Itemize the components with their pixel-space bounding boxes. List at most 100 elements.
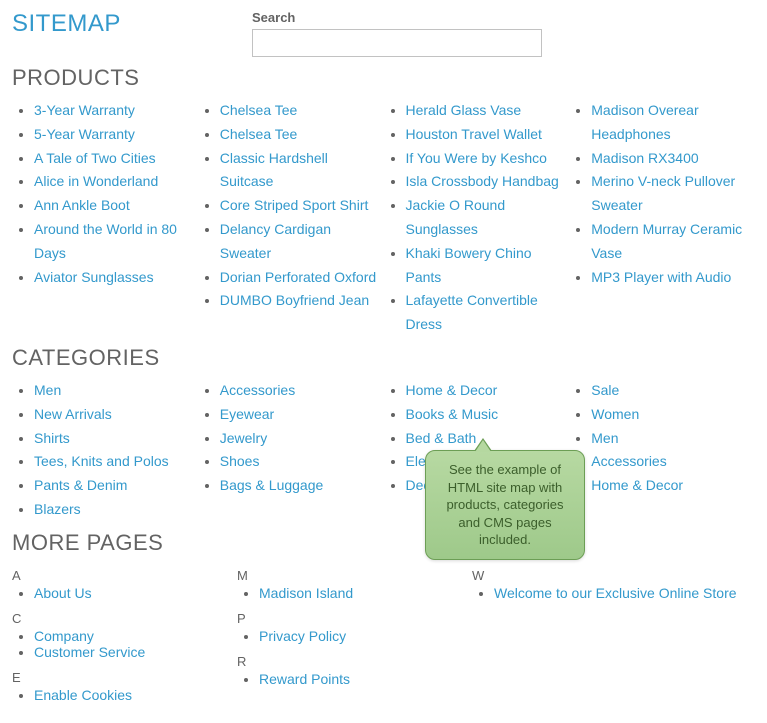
sitemap-link[interactable]: Company: [34, 628, 94, 644]
sitemap-link[interactable]: Madison Overear Headphones: [591, 102, 698, 142]
sitemap-link[interactable]: Herald Glass Vase: [406, 102, 522, 118]
sitemap-link[interactable]: Isla Crossbody Handbag: [406, 173, 559, 189]
sitemap-link[interactable]: A Tale of Two Cities: [34, 150, 156, 166]
sitemap-link[interactable]: Houston Travel Wallet: [406, 126, 542, 142]
list-item: 3-Year Warranty: [34, 99, 198, 123]
sitemap-link[interactable]: 3-Year Warranty: [34, 102, 135, 118]
list-item: Company: [34, 628, 237, 644]
sitemap-link[interactable]: Madison RX3400: [591, 150, 698, 166]
sitemap-link[interactable]: Shoes: [220, 453, 260, 469]
list-item: Chelsea Tee: [220, 123, 384, 147]
sitemap-link[interactable]: Sale: [591, 382, 619, 398]
list-item: Men: [34, 379, 198, 403]
list-item: Reward Points: [259, 671, 472, 687]
sitemap-link[interactable]: Modern Murray Ceramic Vase: [591, 221, 742, 261]
sitemap-link[interactable]: Around the World in 80 Days: [34, 221, 177, 261]
list-item: Customer Service: [34, 644, 237, 660]
sitemap-link[interactable]: New Arrivals: [34, 406, 112, 422]
sitemap-link[interactable]: About Us: [34, 585, 92, 601]
sitemap-link[interactable]: Welcome to our Exclusive Online Store: [494, 585, 737, 601]
more-pages-heading: MORE PAGES: [12, 530, 755, 556]
sitemap-link[interactable]: Men: [591, 430, 618, 446]
letter-heading: P: [237, 611, 472, 626]
sitemap-link[interactable]: Bed & Bath: [406, 430, 477, 446]
sitemap-link[interactable]: Reward Points: [259, 671, 350, 687]
sitemap-link[interactable]: Accessories: [220, 382, 295, 398]
list-item: Jewelry: [220, 427, 384, 451]
list-item: MP3 Player with Audio: [591, 266, 755, 290]
sitemap-link[interactable]: Dorian Perforated Oxford: [220, 269, 376, 285]
sitemap-link[interactable]: Jackie O Round Sunglasses: [406, 197, 506, 237]
list-item: Blazers: [34, 498, 198, 522]
list-item: Men: [591, 427, 755, 451]
sitemap-link[interactable]: Khaki Bowery Chino Pants: [406, 245, 532, 285]
list-item: Welcome to our Exclusive Online Store: [494, 585, 755, 601]
products-heading: PRODUCTS: [12, 65, 755, 91]
sitemap-link[interactable]: Jewelry: [220, 430, 267, 446]
sitemap-link[interactable]: 5-Year Warranty: [34, 126, 135, 142]
sitemap-link[interactable]: Pants & Denim: [34, 477, 127, 493]
list-item: Around the World in 80 Days: [34, 218, 198, 266]
sitemap-link[interactable]: Home & Decor: [591, 477, 683, 493]
sitemap-link[interactable]: MP3 Player with Audio: [591, 269, 731, 285]
list-item: Women: [591, 403, 755, 427]
list-item: Madison RX3400: [591, 147, 755, 171]
list-item: Core Striped Sport Shirt: [220, 194, 384, 218]
sitemap-link[interactable]: Women: [591, 406, 639, 422]
list-item: 5-Year Warranty: [34, 123, 198, 147]
sitemap-link[interactable]: If You Were by Keshco: [406, 150, 547, 166]
list-item: Privacy Policy: [259, 628, 472, 644]
page-title: SITEMAP: [12, 10, 252, 38]
sitemap-link[interactable]: Ann Ankle Boot: [34, 197, 130, 213]
letter-heading: M: [237, 568, 472, 583]
sitemap-link[interactable]: Blazers: [34, 501, 81, 517]
search-label: Search: [252, 10, 755, 25]
list-item: Accessories: [220, 379, 384, 403]
sitemap-link[interactable]: Chelsea Tee: [220, 102, 298, 118]
sitemap-link[interactable]: Shirts: [34, 430, 70, 446]
list-item: Bags & Luggage: [220, 474, 384, 498]
list-item: Lafayette Convertible Dress: [406, 289, 570, 337]
list-item: Isla Crossbody Handbag: [406, 170, 570, 194]
list-item: Classic Hardshell Suitcase: [220, 147, 384, 195]
sitemap-link[interactable]: Eyewear: [220, 406, 274, 422]
list-item: Home & Decor: [591, 474, 755, 498]
list-item: Delancy Cardigan Sweater: [220, 218, 384, 266]
sitemap-link[interactable]: Home & Decor: [406, 382, 498, 398]
sitemap-link[interactable]: Aviator Sunglasses: [34, 269, 154, 285]
list-item: Enable Cookies: [34, 687, 237, 703]
list-item: Pants & Denim: [34, 474, 198, 498]
search-input[interactable]: [252, 29, 542, 57]
sitemap-link[interactable]: Men: [34, 382, 61, 398]
sitemap-link[interactable]: Alice in Wonderland: [34, 173, 158, 189]
categories-heading: CATEGORIES: [12, 345, 755, 371]
list-item: Aviator Sunglasses: [34, 266, 198, 290]
list-item: Accessories: [591, 450, 755, 474]
sitemap-link[interactable]: DUMBO Boyfriend Jean: [220, 292, 369, 308]
letter-heading: A: [12, 568, 237, 583]
list-item: Ann Ankle Boot: [34, 194, 198, 218]
list-item: Dorian Perforated Oxford: [220, 266, 384, 290]
sitemap-link[interactable]: Enable Cookies: [34, 687, 132, 703]
sitemap-link[interactable]: Madison Island: [259, 585, 353, 601]
list-item: Madison Overear Headphones: [591, 99, 755, 147]
sitemap-link[interactable]: Chelsea Tee: [220, 126, 298, 142]
list-item: Modern Murray Ceramic Vase: [591, 218, 755, 266]
sitemap-link[interactable]: Merino V-neck Pullover Sweater: [591, 173, 735, 213]
sitemap-link[interactable]: Tees, Knits and Polos: [34, 453, 169, 469]
sitemap-link[interactable]: Accessories: [591, 453, 666, 469]
sitemap-link[interactable]: Core Striped Sport Shirt: [220, 197, 369, 213]
sitemap-link[interactable]: Lafayette Convertible Dress: [406, 292, 538, 332]
sitemap-link[interactable]: Customer Service: [34, 644, 145, 660]
list-item: If You Were by Keshco: [406, 147, 570, 171]
info-callout: See the example of HTML site map with pr…: [425, 450, 585, 560]
list-item: Sale: [591, 379, 755, 403]
sitemap-link[interactable]: Delancy Cardigan Sweater: [220, 221, 331, 261]
sitemap-link[interactable]: Bags & Luggage: [220, 477, 324, 493]
sitemap-link[interactable]: Classic Hardshell Suitcase: [220, 150, 328, 190]
sitemap-link[interactable]: Privacy Policy: [259, 628, 346, 644]
sitemap-link[interactable]: Books & Music: [406, 406, 499, 422]
list-item: Madison Island: [259, 585, 472, 601]
list-item: Shoes: [220, 450, 384, 474]
letter-heading: C: [12, 611, 237, 626]
